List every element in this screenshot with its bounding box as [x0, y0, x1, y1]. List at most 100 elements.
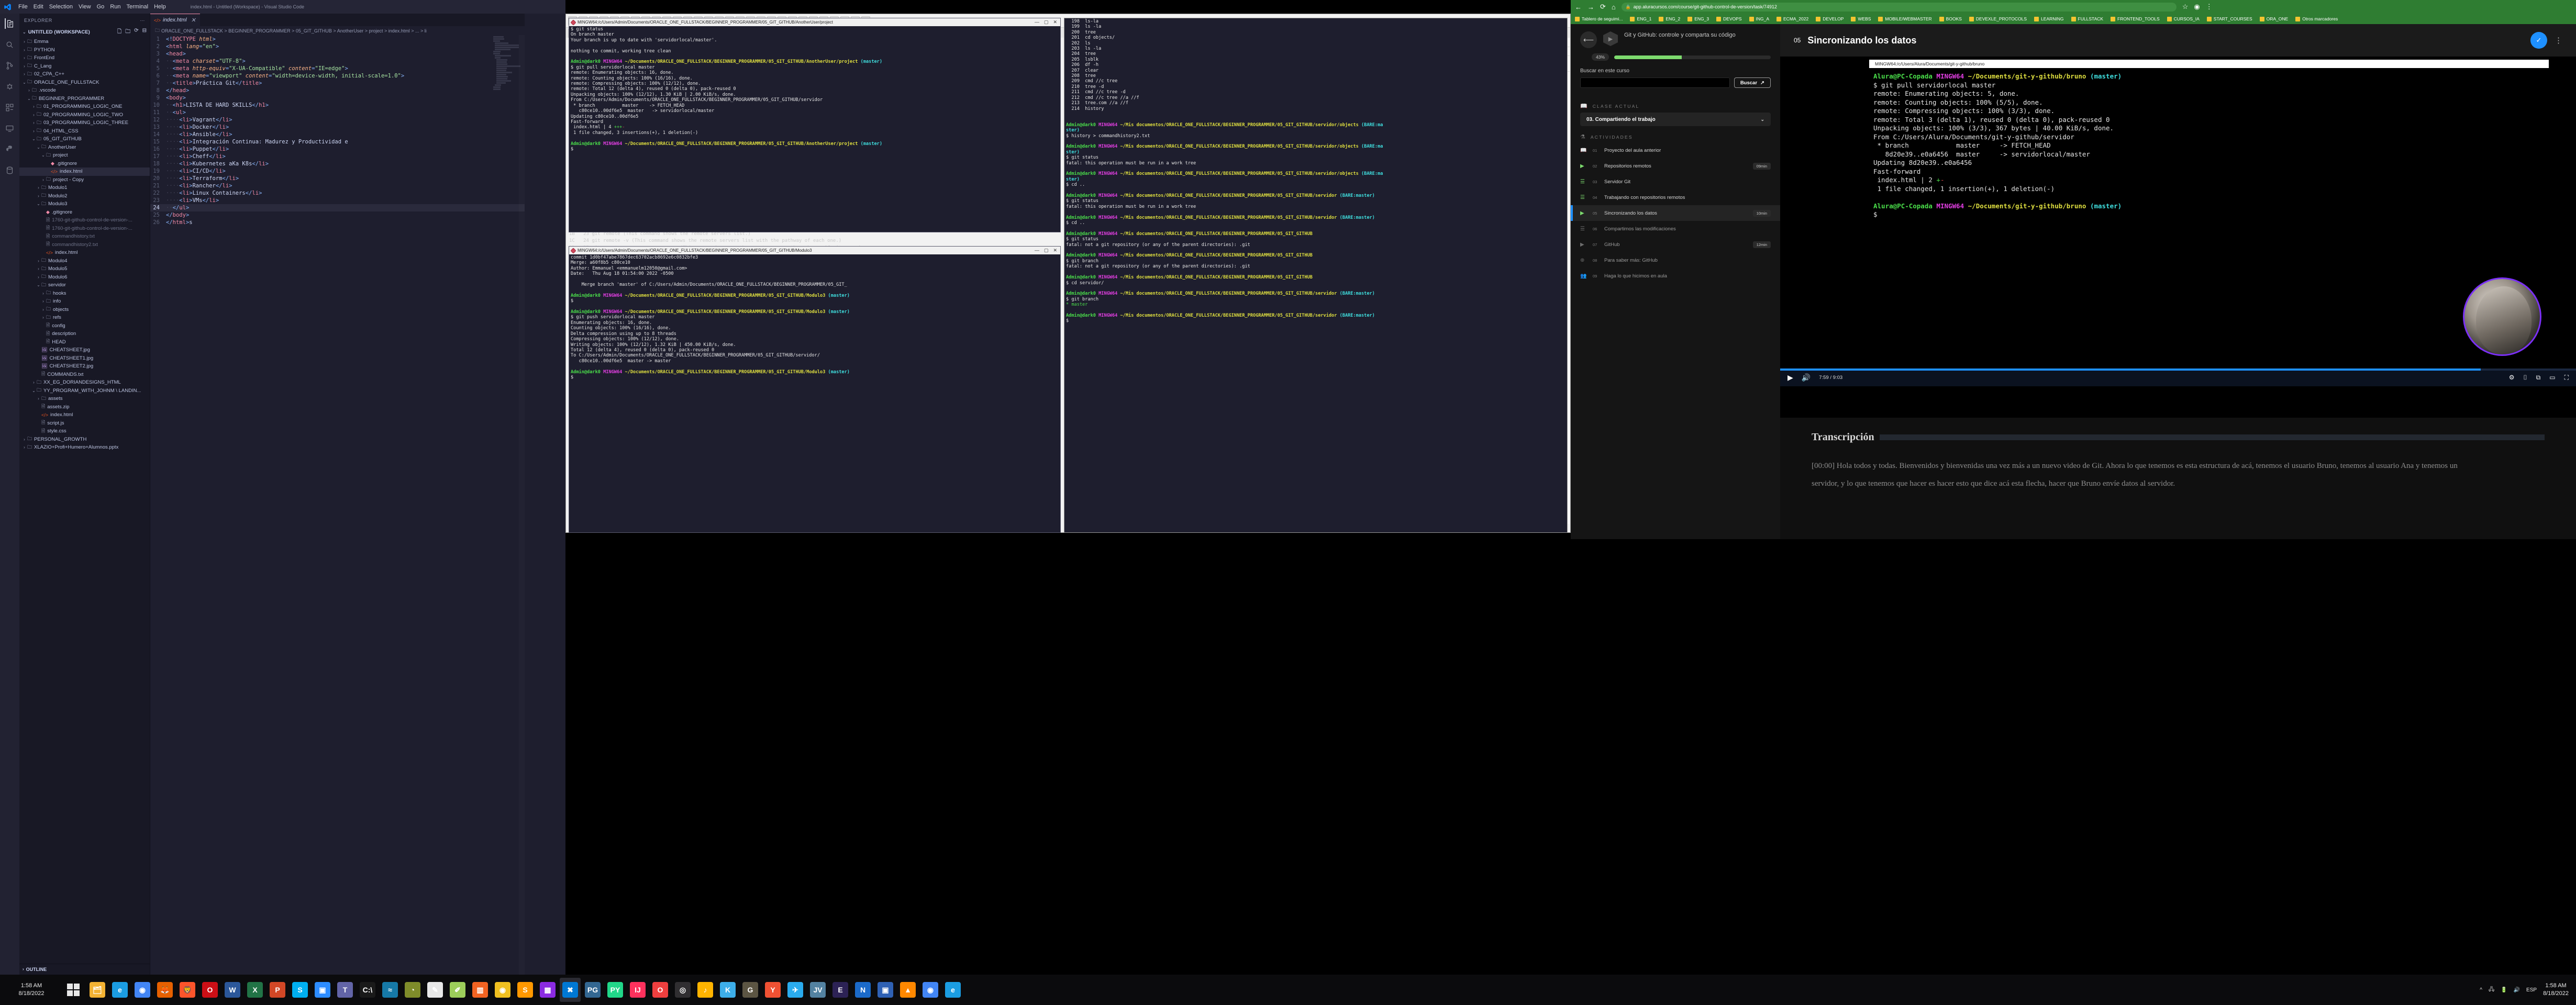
taskbar-app-chrome-app[interactable]: ◉: [920, 978, 941, 1002]
bookmark-item[interactable]: FULLSTACK: [2071, 16, 2103, 21]
address-bar[interactable]: 🔒 app.aluracursos.com/course/git-github-…: [1621, 2, 2177, 12]
bookmark-item[interactable]: CURSOS_IA: [2167, 16, 2200, 21]
volume-icon[interactable]: 🔊: [1802, 373, 1811, 382]
minimize-button-2[interactable]: —: [1035, 248, 1039, 253]
battery-icon[interactable]: 🔋: [2501, 987, 2507, 993]
chevron-right-icon[interactable]: ›: [21, 445, 27, 450]
tree-item[interactable]: › 🗀 Modulo5: [19, 265, 150, 273]
code-line[interactable]: 20 ···· < li > Terraform </li >: [150, 175, 525, 182]
taskbar-app-microsoft-word[interactable]: W: [222, 978, 243, 1002]
tree-item[interactable]: 🗎 1760-git-github-control-de-version-...: [19, 216, 150, 225]
tree-item[interactable]: › 🗀 refs: [19, 314, 150, 322]
course-search-button[interactable]: Buscar ↗: [1734, 77, 1771, 88]
explorer-more-icon[interactable]: ⋯: [140, 18, 145, 24]
chevron-down-icon[interactable]: ⌄: [36, 283, 41, 287]
home-icon[interactable]: ⌂: [1612, 3, 1616, 11]
video-progress-bar[interactable]: [1780, 368, 2576, 371]
tree-item[interactable]: 🗎 commandhistory.txt: [19, 232, 150, 241]
windows-taskbar[interactable]: 1:58 AM 8/18/2022 🗂 e ◉ 🦊 🦁 O W X P S ▣ T C:\ ≈ ◔ ✎ ✐ ▥ ◉ S…: [0, 975, 2576, 1005]
git-bash-output-3[interactable]: 198 ls-la 199 ls -la 200 tree 201 cd obj…: [1064, 18, 1567, 532]
tree-item[interactable]: 🗎 commandhistory2.txt: [19, 241, 150, 249]
tree-item[interactable]: 🗎 description: [19, 330, 150, 338]
course-search[interactable]: Buscar en este curso Buscar ↗: [1571, 67, 1780, 95]
editor-scrollbar[interactable]: [519, 35, 525, 984]
editor-tab-bar[interactable]: </> index.html ✕: [150, 14, 525, 26]
chrome-browser-window[interactable]: ← → ⟳ ⌂ 🔒 app.aluracursos.com/course/git…: [1571, 0, 2576, 539]
chevron-down-icon[interactable]: ⌄: [40, 153, 46, 158]
bookmark-item[interactable]: ENG_3: [1687, 16, 1709, 21]
taskbar-app-microsoft-teams[interactable]: T: [335, 978, 356, 1002]
activity-item[interactable]: ▶ 07 GitHub 12min: [1571, 237, 1780, 252]
code-line[interactable]: 9 < body >: [150, 94, 525, 102]
vscode-editor-area[interactable]: </> index.html ✕ 🗀 ORACLE_ONE_FULLSTACK …: [150, 14, 525, 984]
taskbar-app-netbeans[interactable]: N: [852, 978, 873, 1002]
profile-avatar[interactable]: ◉: [2194, 3, 2200, 11]
code-line[interactable]: 7 ·· < title > Práctica Git </title >: [150, 80, 525, 87]
breadcrumb[interactable]: 🗀 ORACLE_ONE_FULLSTACK > BEGINNER_PROGRA…: [150, 26, 525, 35]
bookmark-item[interactable]: ECMA_2022: [1776, 16, 1808, 21]
chevron-down-icon[interactable]: ⌄: [36, 202, 41, 206]
minimap[interactable]: [493, 36, 520, 984]
git-bash-titlebar-2[interactable]: MINGW64:/c/Users/Admin/Documents/ORACLE_…: [569, 247, 1060, 254]
tree-item[interactable]: ⌄ 🗀 YY_PROGRAM_WITH_JOHNM \ LANDIN...: [19, 387, 150, 395]
chevron-right-icon[interactable]: ›: [36, 185, 41, 190]
tree-item[interactable]: › 🗀 hooks: [19, 289, 150, 298]
chevron-right-icon[interactable]: ›: [21, 437, 27, 442]
source-control-icon[interactable]: [5, 60, 15, 71]
play-icon[interactable]: ▶: [1787, 373, 1793, 382]
menu-go[interactable]: Go: [97, 4, 105, 10]
code-line[interactable]: 15 ···· < li > Integración Continua: Madurez …: [150, 138, 525, 146]
volume-icon-tray[interactable]: 🔊: [2514, 987, 2520, 993]
tree-item[interactable]: 🖼 CHEATSHEET.jpg: [19, 346, 150, 354]
taskbar-app-brave-browser[interactable]: 🦁: [177, 978, 198, 1002]
chevron-right-icon[interactable]: ›: [36, 194, 41, 198]
bookmark-item[interactable]: ORA_ONE: [2259, 16, 2288, 21]
menu-help[interactable]: Help: [154, 4, 166, 10]
code-line[interactable]: 21 ···· < li > Rancher </li >: [150, 182, 525, 189]
taskbar-app-postgresql[interactable]: PG: [582, 978, 603, 1002]
network-icon[interactable]: 🖧: [2489, 986, 2494, 995]
taskbar-app-file-explorer[interactable]: 🗂: [87, 978, 108, 1002]
browser-menu-icon[interactable]: ⋮: [2206, 3, 2213, 11]
gear-icon[interactable]: ⚙: [2509, 374, 2515, 382]
taskbar-app-eclipse[interactable]: E: [830, 978, 851, 1002]
chevron-right-icon[interactable]: ›: [40, 299, 46, 304]
tree-item[interactable]: ⌄ 🗀 Modulo3: [19, 200, 150, 208]
tree-item[interactable]: › 🗀 03_PROGRAMMING_LOGIC_THREE: [19, 119, 150, 127]
explorer-icon[interactable]: [4, 18, 15, 29]
taskbar-app-zoom[interactable]: ▣: [312, 978, 333, 1002]
tree-item[interactable]: ⌄ 🗀 ORACLE_ONE_FULLSTACK: [19, 79, 150, 87]
activity-item[interactable]: ☰ 04 Trabajando con repositorios remotos: [1571, 189, 1780, 205]
code-line[interactable]: 1 <! DOCTYPE html >: [150, 36, 525, 43]
taskbar-app-microsoft-excel[interactable]: X: [245, 978, 265, 1002]
taskbar-app-virtualbox[interactable]: ▣: [875, 978, 896, 1002]
tree-item[interactable]: › 🗀 04_HTML_CSS: [19, 127, 150, 136]
bookmark-item[interactable]: Tablero de seguimi...: [1575, 16, 1623, 21]
tree-item[interactable]: › 🗀 Modulo1: [19, 184, 150, 192]
course-sidebar[interactable]: ⟵ ▶ Git y GitHub: controle y comparta su…: [1571, 24, 1780, 539]
tree-item[interactable]: › 🗀 FrontEnd: [19, 54, 150, 62]
code-line[interactable]: 8 </head >: [150, 87, 525, 94]
reload-icon[interactable]: ⟳: [1600, 3, 1606, 11]
start-button[interactable]: [63, 978, 84, 1002]
run-debug-icon[interactable]: [5, 81, 15, 92]
tree-item[interactable]: </> index.html: [19, 411, 150, 419]
new-folder-icon[interactable]: 🗀: [125, 28, 130, 37]
taskbar-app-telegram[interactable]: ✈: [785, 978, 806, 1002]
tree-item[interactable]: › 🗀 Modulo4: [19, 257, 150, 265]
code-line[interactable]: 2 < html lang = "en" >: [150, 43, 525, 50]
search-icon[interactable]: [5, 39, 15, 50]
code-line[interactable]: 13 ···· < li > Docker </li >: [150, 124, 525, 131]
tree-item[interactable]: › 🗀 XLAZIO+Profi+Humero+Alumnos.pptx: [19, 443, 150, 452]
taskbar-app-oracle-sql-developer[interactable]: ◔: [402, 978, 423, 1002]
close-button-1[interactable]: ✕: [1053, 19, 1057, 25]
taskbar-app-visual-studio-code[interactable]: ✖: [560, 978, 581, 1002]
code-editor[interactable]: 1 <! DOCTYPE html >2 < html lang = "en" >3 < head >…: [150, 35, 525, 984]
bookmark-star-icon[interactable]: ☆: [2182, 3, 2189, 11]
code-line[interactable]: 25 </body >: [150, 211, 525, 219]
vscode-menubar[interactable]: File Edit Selection View Go Run Terminal…: [0, 0, 565, 14]
collapse-all-icon[interactable]: ⊟: [142, 28, 147, 37]
tree-item[interactable]: ⌄ 🗀 project: [19, 151, 150, 160]
code-line[interactable]: 12 ···· < li > Vagrant </li >: [150, 116, 525, 124]
taskbar-app-gimp[interactable]: G: [740, 978, 761, 1002]
